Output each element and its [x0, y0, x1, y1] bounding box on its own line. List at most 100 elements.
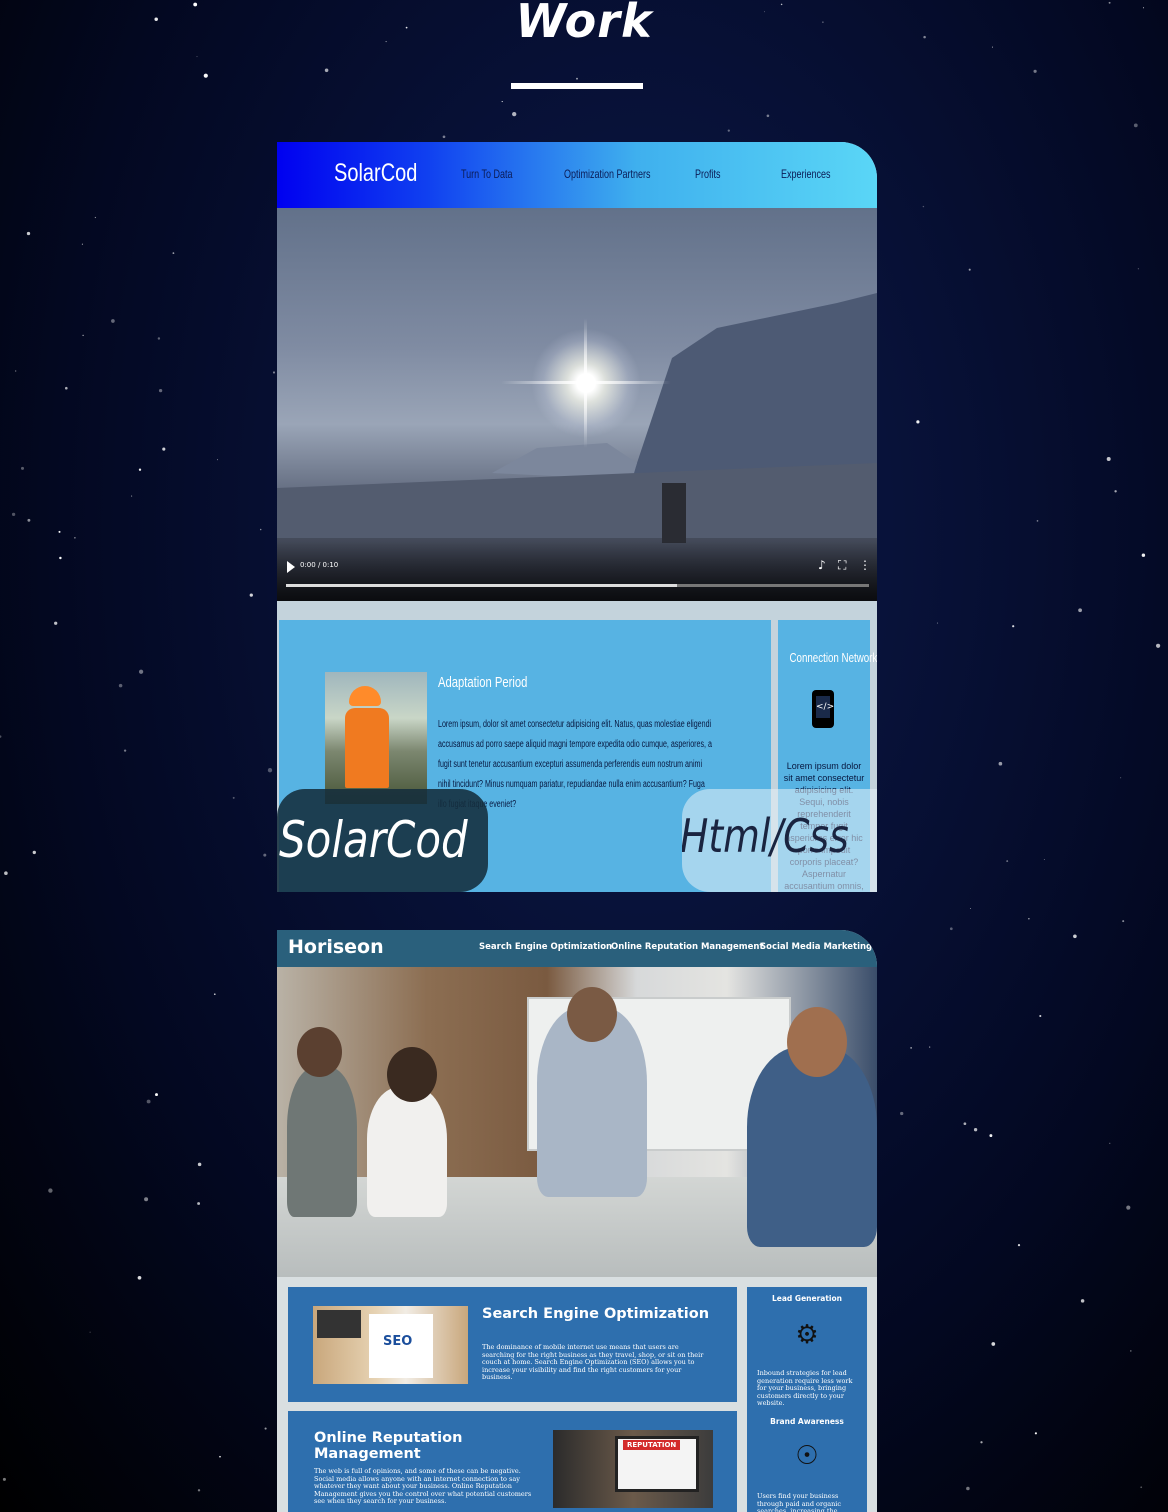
seo-image: SEO: [313, 1306, 468, 1384]
star: [263, 853, 267, 857]
project-tech-label[interactable]: Html/Css: [682, 789, 877, 892]
nav-link-profits[interactable]: Profits: [695, 167, 721, 181]
star: [213, 993, 216, 996]
star: [197, 1202, 201, 1205]
person-shape: [567, 987, 617, 1042]
star: [1012, 625, 1015, 628]
star: [0, 735, 2, 738]
article-image-worker: [325, 672, 427, 804]
star: [157, 337, 161, 340]
person-shape: [297, 1027, 342, 1077]
star: [989, 1134, 993, 1138]
solarcod-video-player[interactable]: 0:00 / 0:10 ♪ ⛶ ⋮: [277, 208, 877, 601]
more-options-icon[interactable]: ⋮: [859, 558, 871, 572]
star: [727, 129, 730, 132]
star: [15, 370, 17, 372]
star: [162, 447, 166, 451]
benefit-heading-brand-awareness: Brand Awareness: [770, 1417, 844, 1426]
star: [81, 243, 83, 245]
horiseon-logo[interactable]: Horiseon: [288, 936, 384, 958]
hero-image-meeting: [277, 967, 877, 1277]
reputation-badge: REPUTATION: [623, 1440, 681, 1450]
star: [32, 850, 36, 855]
star: [1109, 1142, 1111, 1144]
star: [11, 512, 16, 517]
star: [929, 1046, 931, 1048]
star: [89, 1331, 91, 1333]
star: [1141, 553, 1146, 557]
video-controls: 0:00 / 0:10 ♪ ⛶ ⋮: [277, 541, 877, 601]
aside-heading: Connection Network: [789, 650, 878, 665]
star: [1028, 918, 1030, 920]
nav-link-seo[interactable]: Search Engine Optimization: [479, 942, 612, 952]
star: [267, 768, 273, 773]
solarcod-logo[interactable]: SolarCod: [334, 159, 417, 188]
project-card-horiseon[interactable]: Horiseon Search Engine Optimization Onli…: [277, 930, 877, 1512]
star: [1122, 920, 1125, 923]
star: [1129, 1350, 1132, 1352]
nav-link-experiences[interactable]: Experiences: [781, 167, 831, 181]
star: [1006, 860, 1009, 863]
star: [501, 101, 503, 103]
star: [766, 114, 770, 118]
star: [249, 593, 253, 597]
star: [1043, 858, 1045, 861]
title-underline: [511, 83, 643, 89]
horiseon-navbar: Horiseon Search Engine Optimization Onli…: [277, 930, 877, 967]
star: [1017, 1244, 1021, 1247]
star: [203, 73, 208, 78]
star: [991, 1342, 996, 1346]
video-progress-bar[interactable]: [286, 584, 869, 587]
helmet-shape: [349, 686, 381, 706]
reputation-heading: Online Reputation Management: [314, 1430, 463, 1462]
section-title: Work: [515, 0, 653, 48]
star: [65, 386, 68, 390]
star: [1036, 520, 1039, 522]
star: [219, 1455, 221, 1458]
play-icon[interactable]: [287, 561, 295, 573]
nav-link-optimization-partners[interactable]: Optimization Partners: [564, 167, 651, 181]
star: [58, 530, 61, 533]
star: [936, 622, 939, 624]
fullscreen-icon[interactable]: ⛶: [838, 558, 846, 573]
benefit-body-brand-awareness: Users find your business through paid an…: [757, 1492, 842, 1512]
nav-link-social-media[interactable]: Social Media Marketing: [760, 942, 872, 952]
phone-code-icon: </>: [812, 690, 834, 728]
star: [324, 68, 329, 73]
star: [172, 252, 175, 255]
broadcast-icon: ☉: [795, 1441, 819, 1471]
seo-heading: Search Engine Optimization: [482, 1306, 710, 1322]
project-name-label[interactable]: SolarCod: [277, 789, 488, 892]
star: [26, 231, 31, 236]
star: [138, 669, 144, 674]
star: [4, 871, 8, 875]
star: [94, 216, 97, 219]
nav-link-reputation[interactable]: Online Reputation Management: [611, 942, 764, 952]
star: [197, 1489, 201, 1492]
video-time: 0:00 / 0:10: [300, 561, 339, 569]
star: [118, 683, 123, 688]
star: [59, 556, 62, 560]
star: [155, 1093, 158, 1097]
person-shape: [747, 1047, 877, 1247]
project-tech-text: Html/Css: [682, 809, 849, 863]
star: [1140, 1486, 1143, 1489]
star: [1106, 457, 1111, 461]
star: [973, 1128, 978, 1132]
video-progress-fill: [286, 584, 677, 587]
star: [74, 536, 76, 539]
star: [1155, 643, 1161, 648]
star: [111, 319, 115, 323]
star: [910, 1047, 912, 1049]
star: [1080, 1299, 1085, 1303]
star: [1114, 490, 1117, 493]
nav-link-turn-to-data[interactable]: Turn To Data: [461, 167, 513, 181]
star: [916, 420, 920, 424]
volume-icon[interactable]: ♪: [818, 558, 826, 572]
star: [232, 796, 235, 799]
star: [998, 761, 1003, 766]
star: [969, 907, 971, 909]
project-card-solarcod[interactable]: SolarCod Turn To Data Optimization Partn…: [277, 142, 877, 892]
article-heading: Adaptation Period: [438, 674, 528, 691]
seo-body: The dominance of mobile internet use mea…: [482, 1343, 704, 1381]
